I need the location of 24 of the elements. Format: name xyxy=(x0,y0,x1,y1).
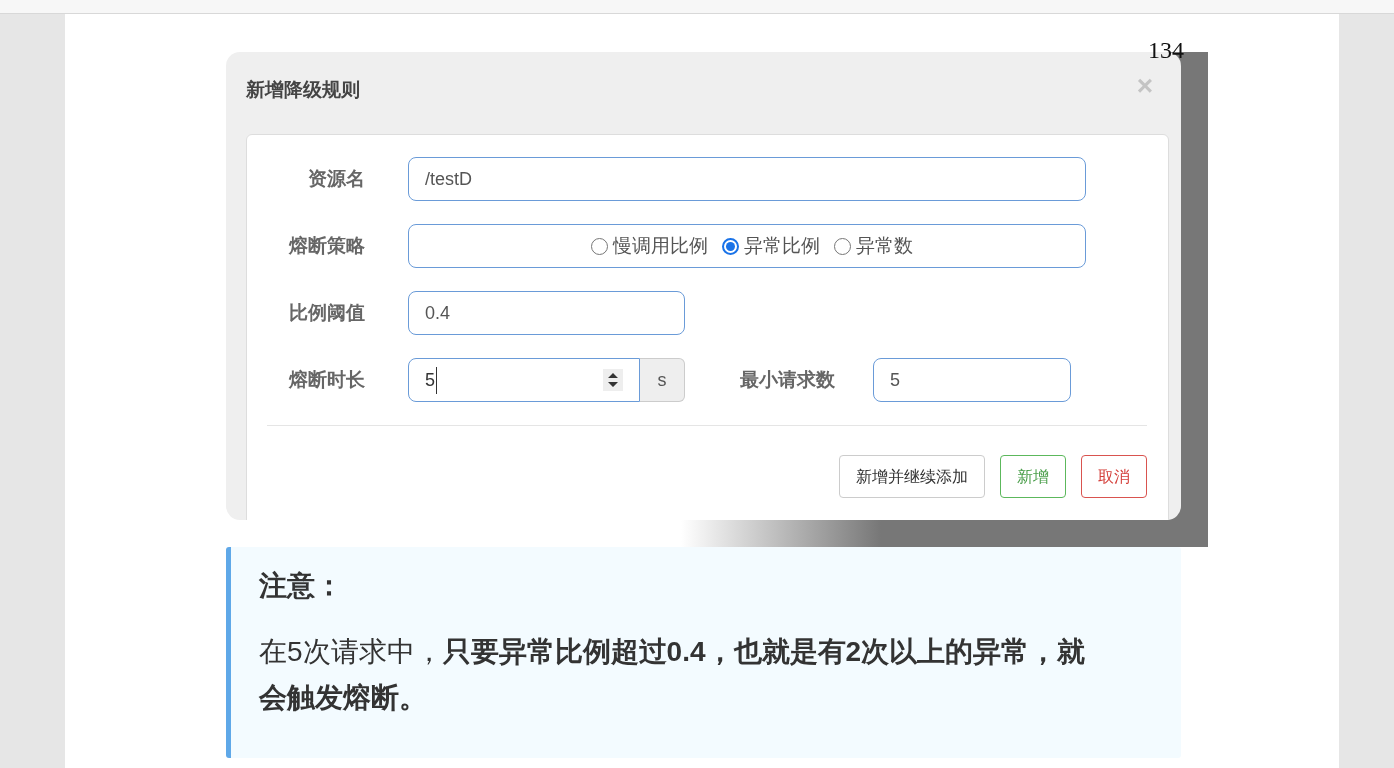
note-title: 注意： xyxy=(259,569,344,603)
radio-label[interactable]: 异常数 xyxy=(856,231,913,261)
add-button[interactable]: 新增 xyxy=(1000,455,1066,498)
radio-label[interactable]: 慢调用比例 xyxy=(613,231,708,261)
unit-addon: s xyxy=(640,358,685,402)
radio-button[interactable] xyxy=(834,237,851,255)
input-field[interactable]: /testD xyxy=(408,157,1086,201)
add-continue-button[interactable]: 新增并继续添加 xyxy=(839,455,985,498)
page-number: 134 xyxy=(1148,38,1184,62)
radio-button[interactable] xyxy=(722,237,739,255)
field-label: 资源名 xyxy=(307,166,365,191)
field-label: 比例阈值 xyxy=(288,300,365,325)
field-label: 最小请求数 xyxy=(740,367,835,392)
spinner-icon[interactable] xyxy=(603,369,623,391)
radio-label[interactable]: 异常比例 xyxy=(744,231,820,261)
radio-button[interactable] xyxy=(591,237,608,255)
field-label: 熔断策略 xyxy=(287,233,365,258)
input-field[interactable]: 5 xyxy=(873,358,1071,402)
dialog-title: 新增降级规则 xyxy=(246,78,360,102)
number-field[interactable]: 5 xyxy=(408,358,640,402)
note-text: 在5次请求中，只要异常比例超过0.4，也就是有2次以上的异常，就会触发熔断。 xyxy=(259,635,1087,716)
input-field[interactable]: 0.4 xyxy=(408,291,685,335)
cancel-button[interactable]: 取消 xyxy=(1081,455,1147,498)
field-label: 熔断时长 xyxy=(287,367,365,392)
